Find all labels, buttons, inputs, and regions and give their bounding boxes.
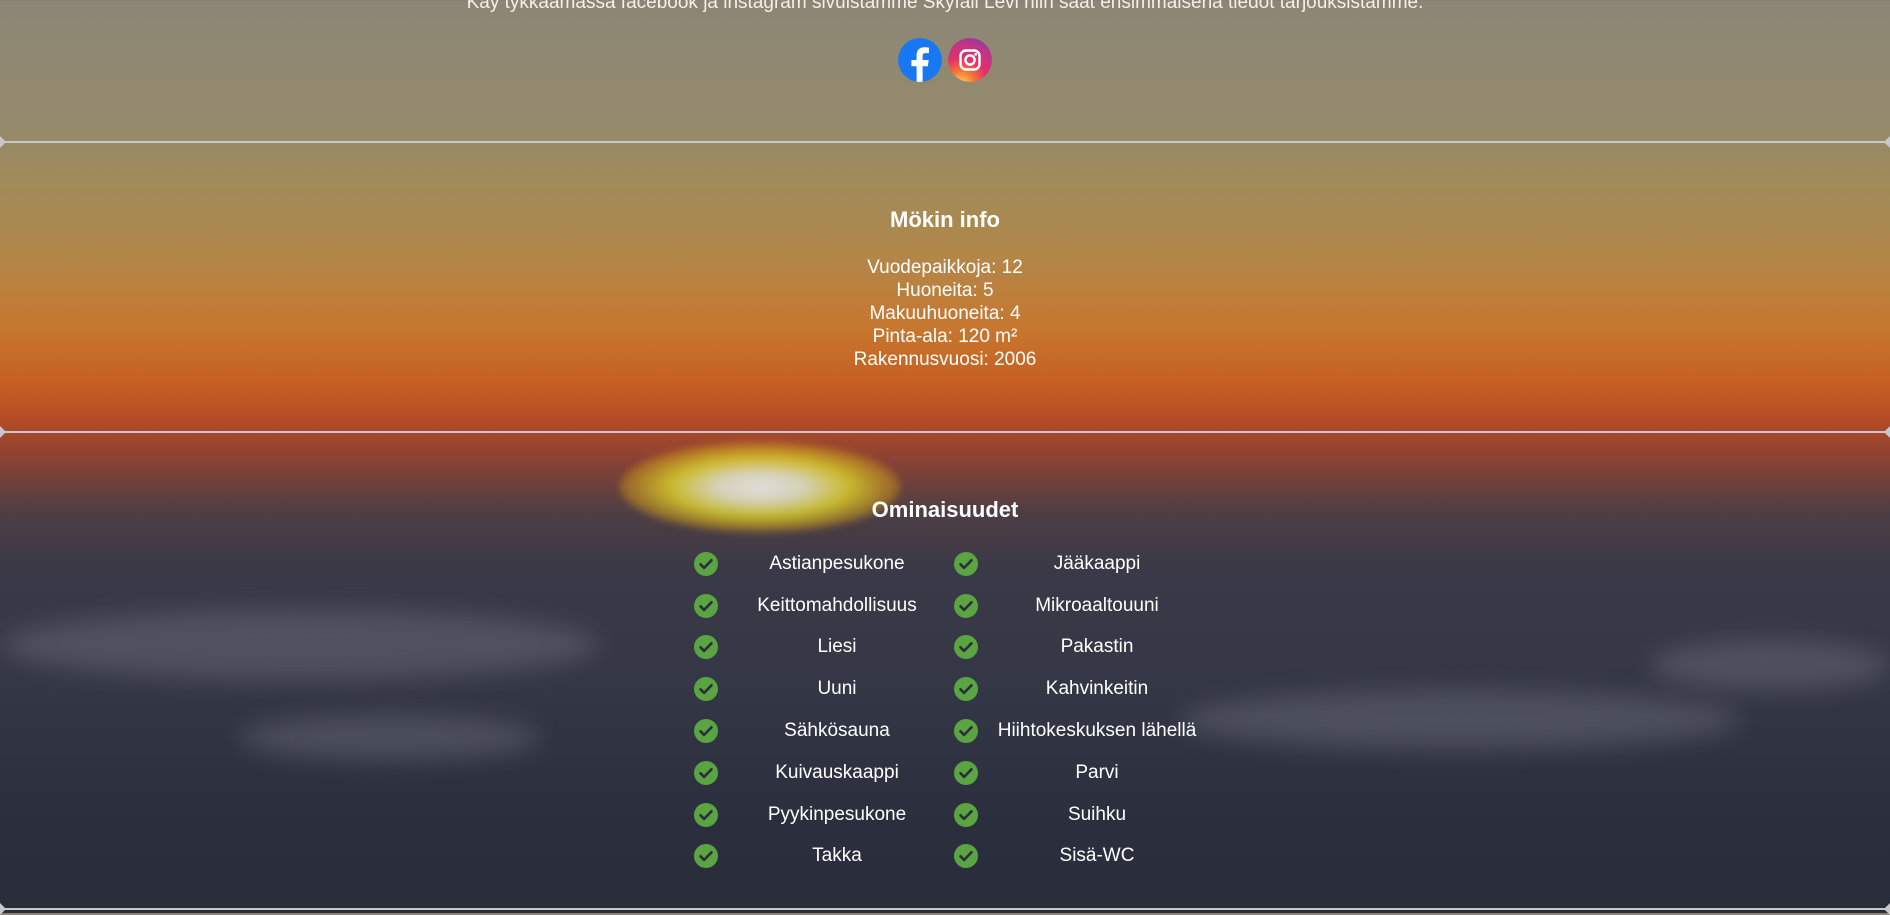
check-icon	[950, 844, 984, 869]
instagram-link[interactable]	[948, 38, 992, 82]
check-icon	[690, 719, 724, 744]
info-title: Mökin info	[890, 207, 1000, 232]
feature-label: Suihku	[1067, 803, 1127, 825]
feature-label: Liesi	[817, 636, 857, 658]
check-icon	[950, 760, 984, 785]
feature-label: Astianpesukone	[769, 552, 905, 574]
check-circle-icon	[954, 760, 978, 785]
feature-label: Sähkösauna	[784, 720, 890, 742]
check-circle-icon	[694, 635, 718, 660]
social-follow-text: Käy tykkäämässä facebook ja instagram si…	[466, 0, 1424, 13]
check-icon	[950, 719, 984, 744]
check-circle-icon	[694, 844, 718, 869]
features-list: Astianpesukone Jääkaappi Keittomahdollisuu…	[690, 543, 1210, 877]
facebook-link[interactable]	[898, 38, 942, 82]
check-icon	[690, 551, 724, 576]
feature-label: Uuni	[817, 678, 857, 700]
check-circle-icon	[694, 719, 718, 744]
check-circle-icon	[954, 844, 978, 869]
feature-label: Kahvinkeitin	[1045, 678, 1149, 700]
info-row: Makuuhuoneita: 4	[869, 303, 1021, 324]
background-mist	[240, 715, 540, 760]
section-divider	[0, 136, 1890, 148]
check-icon	[690, 635, 724, 660]
check-icon	[950, 551, 984, 576]
background-mist	[0, 610, 600, 680]
check-icon	[950, 635, 984, 660]
section-divider	[0, 426, 1890, 438]
check-circle-icon	[694, 593, 718, 618]
check-circle-icon	[694, 677, 718, 702]
check-circle-icon	[954, 719, 978, 744]
feature-label: Pyykinpesukone	[767, 803, 907, 825]
check-circle-icon	[954, 551, 978, 576]
check-icon	[950, 593, 984, 618]
facebook-icon	[898, 38, 942, 82]
check-icon	[690, 844, 724, 869]
check-circle-icon	[954, 677, 978, 702]
feature-label: Parvi	[1075, 761, 1119, 783]
instagram-icon	[948, 38, 992, 82]
feature-label: Jääkaappi	[1053, 552, 1141, 574]
info-row: Rakennusvuosi: 2006	[853, 349, 1037, 370]
check-circle-icon	[954, 802, 978, 827]
check-icon	[690, 677, 724, 702]
feature-label: Hiihtokeskuksen lähellä	[997, 720, 1197, 742]
feature-label: Takka	[812, 845, 862, 867]
section-divider	[0, 903, 1890, 915]
check-icon	[950, 802, 984, 827]
info-row: Huoneita: 5	[896, 280, 994, 301]
feature-label: Kuivauskaappi	[775, 761, 899, 783]
social-links	[0, 38, 1890, 82]
check-circle-icon	[694, 551, 718, 576]
check-icon	[690, 760, 724, 785]
background-mist	[1650, 640, 1890, 690]
check-icon	[690, 802, 724, 827]
check-circle-icon	[694, 760, 718, 785]
background-mist	[1180, 690, 1740, 750]
info-row: Vuodepaikkoja: 12	[867, 257, 1023, 278]
check-circle-icon	[954, 635, 978, 660]
check-circle-icon	[694, 802, 718, 827]
feature-label: Keittomahdollisuus	[757, 594, 917, 616]
feature-label: Mikroaaltouuni	[1035, 594, 1159, 616]
feature-label: Sisä-WC	[1059, 845, 1135, 867]
check-icon	[690, 593, 724, 618]
check-circle-icon	[954, 593, 978, 618]
check-icon	[950, 677, 984, 702]
info-list: Vuodepaikkoja: 12 Huoneita: 5 Makuuhuone…	[0, 256, 1890, 371]
features-title: Ominaisuudet	[871, 497, 1019, 522]
info-row: Pinta-ala: 120 m²	[872, 326, 1018, 347]
feature-label: Pakastin	[1060, 636, 1134, 658]
